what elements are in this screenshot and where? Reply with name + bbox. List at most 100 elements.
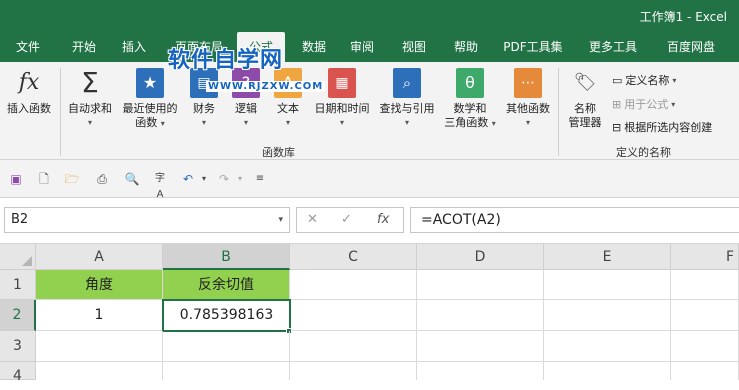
cell-f3[interactable] — [671, 331, 739, 362]
chevron-down-icon: ▾ — [243, 118, 248, 127]
cell-b1[interactable]: 反余切值 — [163, 270, 290, 300]
autosum-button[interactable]: Σ 自动求和 ▾ — [64, 68, 116, 130]
math-trig-button[interactable]: θ 数学和 三角函数 ▾ — [440, 68, 500, 131]
formula-icon: ⊞ — [612, 97, 622, 111]
create-from-selection-button[interactable]: ⊟ 根据所选内容创建 — [612, 119, 712, 135]
cell-c4[interactable] — [290, 362, 417, 380]
chevron-down-icon: ▾ — [672, 75, 677, 85]
cell-f1[interactable] — [671, 270, 739, 300]
column-header-f[interactable]: F — [671, 244, 739, 270]
print-preview-icon[interactable]: 🔍 — [124, 171, 140, 187]
cell-d1[interactable] — [417, 270, 544, 300]
text-button[interactable]: A 文本 ▾ — [270, 68, 306, 130]
financial-label: 财务 — [193, 102, 215, 115]
redo-icon[interactable]: ↷ — [216, 171, 232, 187]
cell-d3[interactable] — [417, 331, 544, 362]
tab-review[interactable]: 审阅 — [338, 32, 386, 62]
name-box-value: B2 — [11, 212, 29, 227]
formula-bar: B2 ▾ ✕ ✓ fx =ACOT(A2) — [0, 198, 739, 244]
cell-c3[interactable] — [290, 331, 417, 362]
formula-input[interactable]: =ACOT(A2) — [410, 207, 739, 233]
save-icon[interactable]: ▣ — [8, 171, 24, 187]
star-icon: ★ — [136, 68, 164, 98]
lookup-reference-button[interactable]: ⌕ 查找与引用 ▾ — [376, 68, 438, 130]
cell-f4[interactable] — [671, 362, 739, 380]
use-in-formula-button[interactable]: ⊞ 用于公式 ▾ — [612, 96, 675, 112]
recently-used-label: 最近使用的 — [122, 102, 178, 115]
print-icon[interactable]: ⎙ — [94, 171, 110, 187]
tab-data[interactable]: 数据 — [290, 32, 338, 62]
tab-home[interactable]: 开始 — [58, 32, 110, 62]
select-all-button[interactable] — [0, 244, 36, 270]
tab-formulas[interactable]: 公式 — [237, 32, 285, 62]
cell-d4[interactable] — [417, 362, 544, 380]
cell-c2[interactable] — [290, 300, 417, 331]
date-time-button[interactable]: ▦ 日期和时间 ▾ — [310, 68, 374, 130]
open-folder-icon[interactable]: 🗁 — [64, 171, 80, 187]
window-title: 工作簿1 - Excel — [639, 10, 727, 24]
fx-icon: fx — [18, 70, 40, 95]
financial-button[interactable]: ▤ 财务 ▾ — [186, 68, 222, 130]
name-box[interactable]: B2 ▾ — [4, 207, 290, 233]
customize-toolbar-icon[interactable]: ≡ — [252, 171, 268, 187]
insert-function-icon[interactable]: fx — [377, 212, 389, 227]
tab-file[interactable]: 文件 — [4, 32, 52, 62]
row-header-3[interactable]: 3 — [0, 331, 36, 362]
math-trig-label: 数学和 — [453, 102, 487, 115]
chevron-down-icon[interactable]: ▾ — [196, 171, 212, 187]
cell-a4[interactable] — [36, 362, 163, 380]
new-file-icon[interactable]: 🗋 — [36, 171, 52, 187]
tab-pdf-tools[interactable]: PDF工具集 — [498, 32, 568, 62]
chevron-down-icon: ▾ — [201, 118, 206, 127]
tab-page-layout[interactable]: 页面布局 — [164, 32, 234, 62]
logical-label: 逻辑 — [235, 102, 257, 115]
cell-a2[interactable]: 1 — [36, 300, 163, 331]
logical-button[interactable]: ? 逻辑 ▾ — [228, 68, 264, 130]
cell-b3[interactable] — [163, 331, 290, 362]
more-functions-button[interactable]: ⋯ 其他函数 ▾ — [502, 68, 554, 130]
tab-baidu-pan[interactable]: 百度网盘 — [656, 32, 726, 62]
calendar-icon: ▦ — [328, 68, 356, 98]
row-header-4[interactable]: 4 — [0, 362, 36, 384]
chevron-down-icon[interactable]: ▾ — [278, 208, 283, 232]
row-header-1[interactable]: 1 — [0, 270, 36, 300]
column-header-c[interactable]: C — [290, 244, 417, 270]
cell-b4[interactable] — [163, 362, 290, 380]
tab-view[interactable]: 视图 — [390, 32, 438, 62]
cell-e3[interactable] — [544, 331, 671, 362]
column-header-d[interactable]: D — [417, 244, 544, 270]
cell-e4[interactable] — [544, 362, 671, 380]
column-header-b[interactable]: B — [163, 244, 290, 270]
spelling-icon[interactable]: 字A — [152, 171, 168, 200]
cell-a3[interactable] — [36, 331, 163, 362]
create-from-selection-label: 根据所选内容创建 — [624, 121, 713, 134]
worksheet-grid: A B C D E F 1 2 3 4 角度 反余切值 1 0.78539816… — [0, 244, 739, 384]
cell-b2[interactable]: 0.785398163 — [162, 299, 291, 332]
insert-function-button[interactable]: fx 插入函数 — [4, 68, 54, 116]
tab-help[interactable]: 帮助 — [442, 32, 490, 62]
cell-c1[interactable] — [290, 270, 417, 300]
define-name-button[interactable]: ▭ 定义名称 ▾ — [612, 72, 676, 88]
cancel-icon[interactable]: ✕ — [307, 212, 318, 227]
tab-insert[interactable]: 插入 — [110, 32, 158, 62]
title-bar: 工作簿1 - Excel — [0, 0, 739, 32]
theta-icon: θ — [456, 68, 484, 98]
cell-e1[interactable] — [544, 270, 671, 300]
tab-more-tools[interactable]: 更多工具 — [582, 32, 644, 62]
cell-f2[interactable] — [671, 300, 739, 331]
recently-used-button[interactable]: ★ 最近使用的 函数 ▾ — [118, 68, 182, 131]
name-manager-button[interactable]: 🏷 名称 管理器 — [562, 68, 608, 130]
name-manager-label-2: 管理器 — [568, 116, 602, 129]
enter-icon[interactable]: ✓ — [341, 212, 352, 227]
column-header-e[interactable]: E — [544, 244, 671, 270]
row-header-2[interactable]: 2 — [0, 300, 36, 331]
recently-used-label-2: 函数 — [135, 116, 158, 129]
chevron-down-icon[interactable]: ▾ — [232, 171, 248, 187]
cell-a1[interactable]: 角度 — [36, 270, 163, 300]
column-header-a[interactable]: A — [36, 244, 163, 270]
group-label-function-library: 函数库 — [262, 146, 295, 159]
autosum-label: 自动求和 — [68, 102, 112, 115]
cell-d2[interactable] — [417, 300, 544, 331]
cell-e2[interactable] — [544, 300, 671, 331]
undo-icon[interactable]: ↶ — [180, 171, 196, 187]
